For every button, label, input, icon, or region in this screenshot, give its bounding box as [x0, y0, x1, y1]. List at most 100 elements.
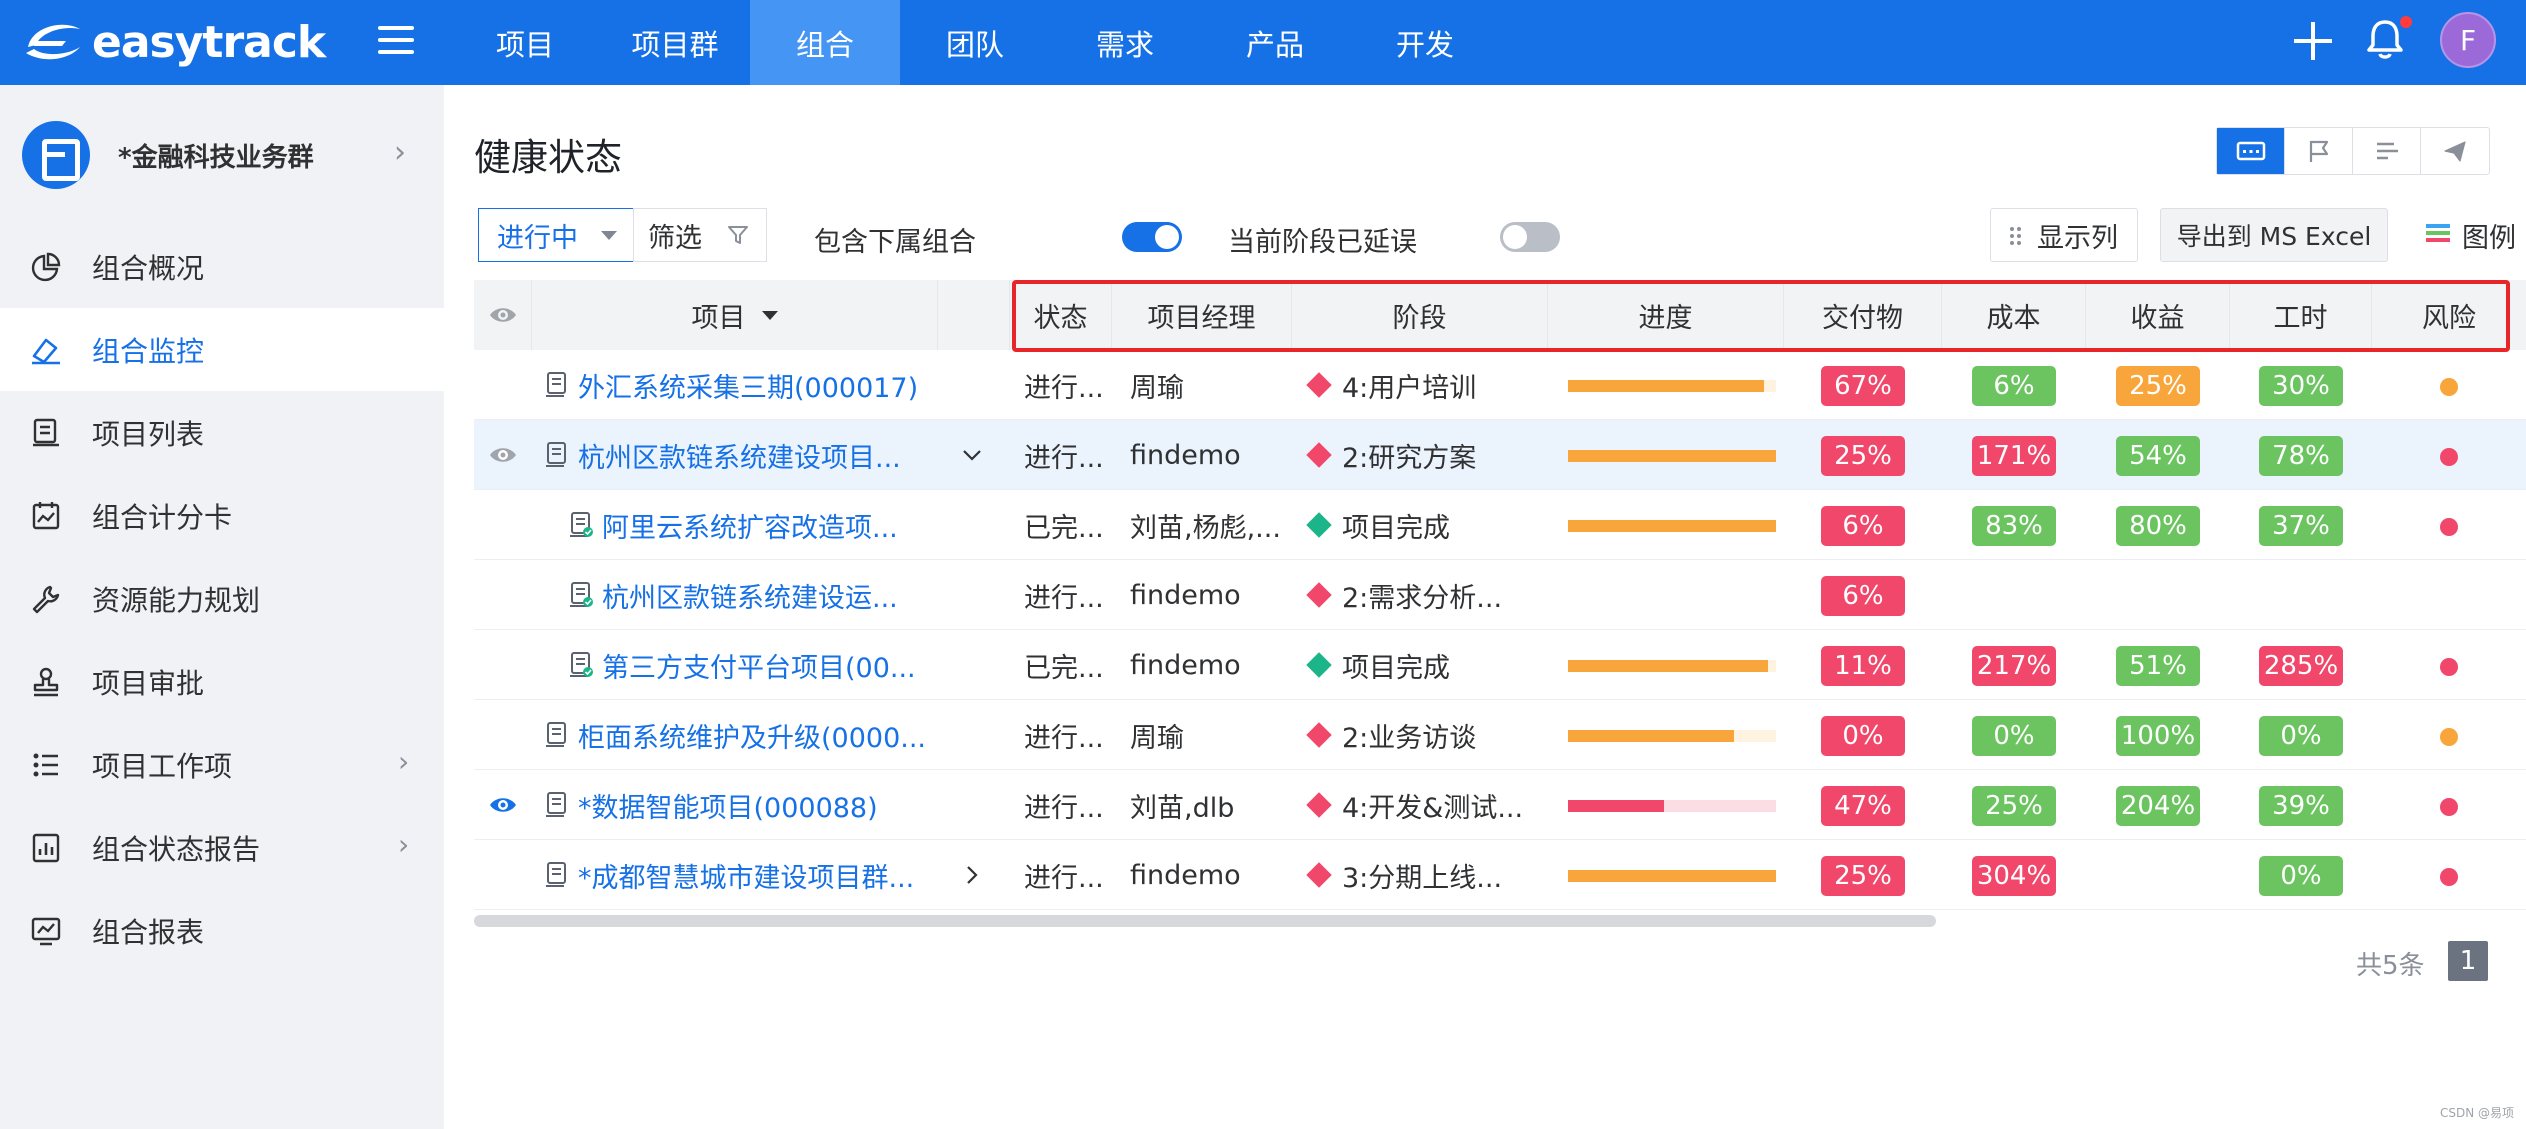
brand-name: easytrack — [92, 16, 326, 68]
project-icon — [568, 581, 594, 609]
user-avatar[interactable]: F — [2440, 12, 2496, 68]
project-cell[interactable]: *数据智能项目(000088) — [544, 770, 938, 840]
sidebar-item[interactable]: 组合概况 — [0, 225, 444, 308]
manager-cell: findemo — [1130, 579, 1241, 611]
sidebar-item-label: 资源能力规划 — [92, 583, 261, 617]
progress-bar — [1568, 660, 1776, 672]
filter-bar: 进行中 筛选 包含下属组合 当前阶段已延误 显示列 导出到 MS Excel 图… — [478, 208, 2526, 262]
table-row[interactable]: *成都智慧城市建设项目群... 进行... findemo 3:分期上线... 25% 3… — [474, 840, 2526, 910]
eye-icon[interactable] — [488, 444, 518, 466]
project-cell[interactable]: 柜面系统维护及升级(0000... — [544, 700, 938, 770]
status-cell: 进行... — [1024, 792, 1104, 824]
project-name-link[interactable]: 柜面系统维护及升级(0000... — [578, 716, 926, 755]
nav-item[interactable]: 组合 — [750, 0, 900, 85]
nav-item[interactable]: 项目群 — [600, 0, 750, 85]
sidebar-item[interactable]: 资源能力规划 — [0, 557, 444, 640]
stage-diamond-icon — [1306, 442, 1332, 468]
sidebar: *金融科技业务群 › 组合概况 组合监控 项目列表 组合计分卡 资源能力规划 项目审批 项目… — [0, 85, 444, 1129]
manager-cell: findemo — [1130, 859, 1241, 891]
sidebar-item-label: 项目工作项 — [92, 749, 233, 783]
top-navigation-bar: easytrack 项目 项目群 组合 团队 需求 产品 开发 F — [0, 0, 2526, 85]
project-cell[interactable]: 阿里云系统扩容改造项... — [568, 490, 938, 560]
stage-diamond-icon — [1306, 372, 1332, 398]
table-row[interactable]: 阿里云系统扩容改造项... 已完... 刘苗,杨彪,... 项目完成 6% 83% 80% 3… — [474, 490, 2526, 560]
sidebar-item[interactable]: 组合监控 — [0, 308, 444, 391]
menu-toggle-icon[interactable] — [378, 26, 414, 56]
nav-item[interactable]: 项目 — [450, 0, 600, 85]
page-number-current[interactable]: 1 — [2448, 941, 2488, 981]
project-cell[interactable]: *成都智慧城市建设项目群... — [544, 840, 938, 910]
revenue-badge: 204% — [2116, 786, 2200, 826]
risk-indicator-dot — [2440, 378, 2458, 396]
project-cell[interactable]: 杭州区款链系统建设运... — [568, 560, 938, 630]
progress-cell — [1568, 770, 1778, 840]
project-name-link[interactable]: *成都智慧城市建设项目群... — [578, 856, 914, 895]
chevron-right-icon[interactable]: › — [398, 828, 409, 861]
portfolio-header[interactable]: *金融科技业务群 › — [0, 115, 444, 211]
table-row[interactable]: *数据智能项目(000088) 进行... 刘苗,dlb 4:开发&测试... 47% 2… — [474, 770, 2526, 840]
table-row[interactable]: 柜面系统维护及升级(0000... 进行... 周瑜 2:业务访谈 0% 0% 100% 0% — [474, 700, 2526, 770]
project-cell[interactable]: 杭州区款链系统建设项目... — [544, 420, 938, 490]
sidebar-item-label: 组合计分卡 — [92, 500, 233, 534]
pie-chart-icon — [30, 251, 62, 283]
sidebar-item[interactable]: 组合报表 — [0, 889, 444, 972]
hours-badge: 39% — [2259, 786, 2343, 826]
include-sub-toggle[interactable] — [1122, 222, 1182, 252]
cost-badge: 304% — [1972, 856, 2056, 896]
gantt-view-button[interactable] — [2353, 128, 2421, 174]
project-name-link[interactable]: *数据智能项目(000088) — [578, 786, 878, 825]
table-row[interactable]: 外汇系统采集三期(000017) 进行... 周瑜 4:用户培训 67% 6% 25% 30% — [474, 350, 2526, 420]
project-cell[interactable]: 外汇系统采集三期(000017) — [544, 350, 938, 420]
horizontal-scrollbar[interactable] — [474, 915, 1936, 927]
sidebar-item[interactable]: 项目审批 — [0, 640, 444, 723]
export-excel-button[interactable]: 导出到 MS Excel — [2160, 208, 2388, 262]
sidebar-item[interactable]: 组合状态报告 › — [0, 806, 444, 889]
project-name-link[interactable]: 杭州区款链系统建设运... — [602, 576, 898, 615]
project-name-link[interactable]: 阿里云系统扩容改造项... — [602, 506, 898, 545]
progress-bar-fill — [1568, 450, 1776, 462]
chevron-right-icon[interactable]: › — [394, 135, 406, 170]
chevron-right-icon[interactable]: › — [398, 745, 409, 778]
project-cell[interactable]: 第三方支付平台项目(00... — [568, 630, 938, 700]
send-view-button[interactable] — [2421, 128, 2489, 174]
table-view-button[interactable] — [2217, 128, 2285, 174]
nav-item[interactable]: 团队 — [900, 0, 1050, 85]
risk-indicator-dot — [2440, 448, 2458, 466]
delayed-toggle[interactable] — [1500, 222, 1560, 252]
filter-button[interactable]: 筛选 — [633, 208, 767, 262]
project-icon — [568, 511, 594, 539]
add-icon[interactable] — [2290, 18, 2336, 64]
header-eye-cell — [474, 280, 532, 350]
table-row[interactable]: 杭州区款链系统建设项目... 进行... findemo 2:研究方案 25% 171% 5… — [474, 420, 2526, 490]
project-name-link[interactable]: 杭州区款链系统建设项目... — [578, 436, 901, 475]
progress-bar-fill — [1568, 870, 1776, 882]
deliverable-badge: 6% — [1821, 506, 1905, 546]
easytrack-logo[interactable]: easytrack — [22, 12, 326, 72]
portfolio-icon — [22, 121, 90, 189]
view-switcher — [2216, 127, 2490, 175]
milestone-view-button[interactable] — [2285, 128, 2353, 174]
header-project[interactable]: 项目 — [532, 280, 938, 350]
eye-icon[interactable] — [488, 794, 518, 816]
project-icon — [544, 441, 570, 469]
list-icon — [30, 749, 62, 781]
eye-icon[interactable] — [488, 304, 518, 326]
nav-item[interactable]: 需求 — [1050, 0, 1200, 85]
status-select[interactable]: 进行中 — [478, 208, 634, 262]
legend-button[interactable]: 图例 — [2424, 216, 2516, 255]
sidebar-item[interactable]: 组合计分卡 — [0, 474, 444, 557]
cost-badge: 0% — [1972, 716, 2056, 756]
project-name-link[interactable]: 外汇系统采集三期(000017) — [578, 366, 918, 405]
table-row[interactable]: 杭州区款链系统建设运... 进行... findemo 2:需求分析... 6% — [474, 560, 2526, 630]
gantt-icon — [2376, 142, 2398, 160]
table-row[interactable]: 第三方支付平台项目(00... 已完... findemo 项目完成 11% 217% 51… — [474, 630, 2526, 700]
nav-item[interactable]: 开发 — [1350, 0, 1500, 85]
project-name-link[interactable]: 第三方支付平台项目(00... — [602, 646, 916, 685]
show-columns-button[interactable]: 显示列 — [1990, 208, 2138, 262]
chevron-down-icon[interactable] — [952, 420, 992, 490]
sidebar-item[interactable]: 项目列表 — [0, 391, 444, 474]
sidebar-item[interactable]: 项目工作项 › — [0, 723, 444, 806]
hours-badge: 0% — [2259, 716, 2343, 756]
chevron-right-icon[interactable] — [952, 840, 992, 910]
nav-item[interactable]: 产品 — [1200, 0, 1350, 85]
